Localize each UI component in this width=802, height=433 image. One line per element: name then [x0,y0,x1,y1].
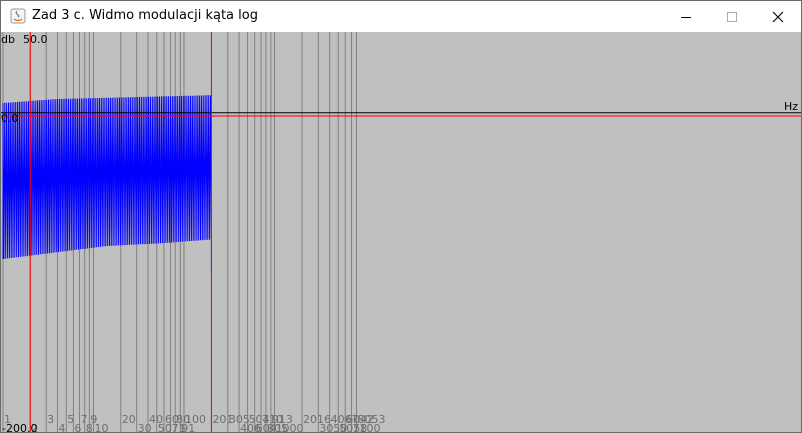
close-icon [772,11,784,22]
x-tick-label: 50 [158,422,172,433]
x-tick-label: 10 [95,422,109,433]
x-tick-label: 91 [181,422,195,433]
java-app-icon [10,8,26,24]
x-tick-label: 3 [47,413,54,426]
x-tick-label: 20 [122,413,136,426]
minimize-button[interactable] [663,1,709,32]
x-tick-label: 30 [138,422,152,433]
x-tick-label: 7100 [353,422,381,433]
close-button[interactable] [755,1,801,32]
x-tick-label: 1000 [276,422,304,433]
x-axis-unit: Hz [784,100,798,113]
minimize-icon [681,16,691,18]
y-min-label: -200.0 [2,422,37,433]
spectrum-plot-area[interactable]: 1 3 5 7 9 20 40 60 80 100 201 305 504 710 913 2016 4067 6… [1,32,801,433]
maximize-icon [727,11,737,22]
x-tick-label: 5 [67,413,74,426]
title-bar[interactable]: Zad 3 c. Widmo modulacji kąta log [1,1,801,32]
maximize-button[interactable] [709,1,755,32]
x-tick-label: 8 [86,422,93,433]
x-tick-label: 6 [74,422,81,433]
y-zero-label: 0.0 [1,112,19,125]
y-axis-unit: db [1,33,15,46]
window-title: Zad 3 c. Widmo modulacji kąta log [32,8,258,23]
y-max-label: 50.0 [23,33,48,46]
spectrum-chart: 1 3 5 7 9 20 40 6080100 201305504710913 2016 40676… [1,32,801,433]
application-window: Zad 3 c. Widmo modulacji kąta log 135792… [0,0,802,433]
x-tick-label: 4 [58,422,65,433]
